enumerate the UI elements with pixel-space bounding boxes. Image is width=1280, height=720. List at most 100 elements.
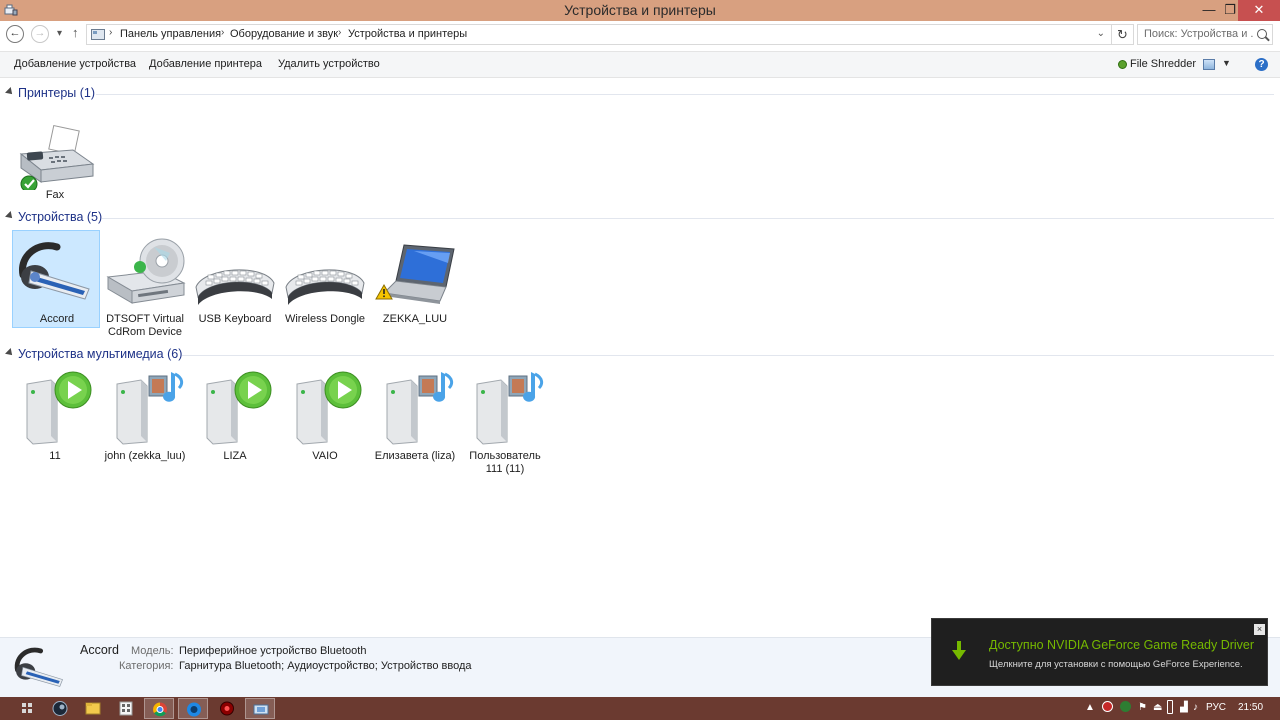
control-panel-location-icon bbox=[91, 29, 105, 40]
collapse-triangle-icon[interactable] bbox=[5, 87, 15, 97]
media-server-play-icon bbox=[296, 371, 362, 445]
keyboard-icon bbox=[285, 269, 365, 305]
battery-icon[interactable] bbox=[1167, 700, 1173, 714]
command-bar: Добавление устройства Добавление принтер… bbox=[0, 51, 1280, 78]
taskbar-grid-icon[interactable] bbox=[12, 698, 42, 719]
media-device-john[interactable]: john (zekka_luu) bbox=[101, 368, 189, 466]
minimize-button[interactable]: — bbox=[1196, 0, 1222, 21]
breadcrumb-hardware-sound[interactable]: Оборудование и звук bbox=[230, 28, 338, 40]
file-shredder-button[interactable]: File Shredder bbox=[1130, 58, 1196, 70]
device-label: VAIO bbox=[312, 450, 338, 462]
search-input[interactable]: Поиск: Устройства и ... bbox=[1137, 24, 1273, 45]
bluetooth-headset-icon bbox=[19, 242, 90, 300]
keyboard-icon bbox=[195, 269, 275, 305]
media-device-user-111[interactable]: Пользователь 111 (11) bbox=[461, 368, 549, 478]
media-server-play-icon bbox=[206, 371, 272, 445]
group-devices-header[interactable]: Устройства (5) bbox=[5, 210, 1274, 226]
add-printer-button[interactable]: Добавление принтера bbox=[149, 58, 262, 70]
media-server-play-icon bbox=[26, 371, 92, 445]
bluetooth-headset-icon bbox=[14, 647, 63, 687]
clock[interactable]: 21:50 bbox=[1238, 702, 1263, 713]
group-divider bbox=[182, 355, 1274, 356]
steam-icon[interactable] bbox=[45, 698, 75, 719]
device-dtsoft-cdrom[interactable]: DTSOFT Virtual CdRom Device bbox=[101, 231, 189, 341]
device-label: Accord bbox=[39, 313, 75, 325]
title-bar: Устройства и принтеры — ❐ ✕ bbox=[0, 0, 1280, 21]
device-label: john (zekka_luu) bbox=[104, 450, 186, 462]
details-category-label: Категория: bbox=[119, 660, 174, 672]
device-wireless-dongle[interactable]: Wireless Dongle bbox=[281, 231, 369, 329]
taskbar: ▲ ⚑ ⏏ ▟ ♪ РУС 21:50 bbox=[0, 697, 1280, 720]
notification-title: Доступно NVIDIA GeForce Game Ready Drive… bbox=[989, 638, 1255, 652]
view-options-chevron-icon[interactable]: ▼ bbox=[1222, 58, 1231, 68]
chrome-icon[interactable] bbox=[144, 698, 174, 719]
group-title: Устройства (5) bbox=[18, 210, 103, 224]
search-icon[interactable] bbox=[1257, 29, 1267, 39]
media-device-vaio[interactable]: VAIO bbox=[281, 368, 369, 466]
breadcrumb-separator[interactable]: › bbox=[109, 27, 112, 38]
media-device-11[interactable]: 11 bbox=[11, 368, 99, 466]
maximize-button[interactable]: ❐ bbox=[1222, 0, 1238, 21]
media-server-music-icon bbox=[476, 372, 544, 445]
nvidia-notification[interactable]: Доступно NVIDIA GeForce Game Ready Drive… bbox=[931, 618, 1268, 686]
collapse-triangle-icon[interactable] bbox=[5, 348, 15, 358]
devices-printers-taskbar-icon[interactable] bbox=[245, 698, 275, 719]
device-label: ZEKKA_LUU bbox=[382, 313, 448, 325]
breadcrumb-separator[interactable]: › bbox=[221, 27, 224, 38]
fax-icon bbox=[19, 124, 95, 190]
recent-locations-chevron-icon[interactable]: ▾ bbox=[57, 28, 62, 39]
address-bar[interactable]: › Панель управления › Оборудование и зву… bbox=[86, 24, 1112, 45]
device-label: USB Keyboard bbox=[198, 313, 272, 325]
device-label: Wireless Dongle bbox=[284, 313, 366, 325]
media-device-elizaveta[interactable]: Елизавета (liza) bbox=[371, 368, 459, 466]
tray-nvidia-icon[interactable] bbox=[1120, 701, 1131, 712]
device-label: 11 bbox=[49, 450, 61, 462]
file-shredder-icon[interactable] bbox=[1118, 60, 1127, 69]
search-placeholder: Поиск: Устройства и ... bbox=[1144, 28, 1254, 40]
language-indicator[interactable]: РУС bbox=[1206, 702, 1226, 713]
up-arrow-icon[interactable]: ↑ bbox=[72, 25, 79, 40]
tray-app-icon[interactable] bbox=[1102, 701, 1113, 712]
remove-device-button[interactable]: Удалить устройство bbox=[278, 58, 380, 70]
add-device-button[interactable]: Добавление устройства bbox=[14, 58, 136, 70]
refresh-icon[interactable]: ↻ bbox=[1112, 24, 1134, 45]
tray-usb-icon[interactable]: ⏏ bbox=[1153, 702, 1162, 713]
details-model-label: Модель: bbox=[131, 645, 174, 657]
notification-close-button[interactable]: × bbox=[1254, 624, 1265, 635]
help-icon[interactable]: ? bbox=[1255, 58, 1268, 71]
change-view-icon[interactable] bbox=[1203, 59, 1215, 70]
group-multimedia-header[interactable]: Устройства мультимедиа (6) bbox=[5, 347, 1274, 363]
navigation-bar: ← → ▾ ↑ › Панель управления › Оборудован… bbox=[0, 21, 1280, 49]
device-label: LIZA bbox=[223, 450, 247, 462]
breadcrumb-devices-printers[interactable]: Устройства и принтеры bbox=[348, 28, 467, 40]
device-zekka-luu[interactable]: ZEKKA_LUU bbox=[371, 231, 459, 329]
collapse-triangle-icon[interactable] bbox=[5, 211, 15, 221]
forward-arrow-icon[interactable]: → bbox=[31, 25, 49, 43]
browser-icon[interactable] bbox=[178, 698, 208, 719]
device-label: DTSOFT Virtual CdRom Device bbox=[106, 313, 184, 338]
device-label: Елизавета (liza) bbox=[374, 450, 456, 462]
back-arrow-icon[interactable]: ← bbox=[6, 25, 24, 43]
tray-overflow-chevron-icon[interactable]: ▲ bbox=[1085, 702, 1095, 713]
details-model-value: Периферийное устройство Bluetooth bbox=[179, 645, 367, 657]
media-app-icon[interactable] bbox=[212, 698, 242, 719]
device-usb-keyboard[interactable]: USB Keyboard bbox=[191, 231, 279, 329]
breadcrumb-separator[interactable]: › bbox=[338, 27, 341, 38]
device-accord[interactable]: Accord bbox=[12, 230, 100, 328]
window-title: Устройства и принтеры bbox=[564, 2, 716, 18]
device-label: Fax bbox=[45, 189, 65, 201]
app-tiles-icon[interactable] bbox=[111, 698, 141, 719]
close-button[interactable]: ✕ bbox=[1238, 0, 1280, 21]
tray-flag-icon[interactable]: ⚑ bbox=[1138, 702, 1147, 713]
details-device-name: Accord bbox=[80, 643, 119, 657]
address-dropdown-chevron-icon[interactable]: ⌄ bbox=[1097, 28, 1105, 39]
group-printers-header[interactable]: Принтеры (1) bbox=[5, 86, 1274, 102]
device-fax[interactable]: Fax bbox=[11, 118, 99, 204]
file-explorer-icon[interactable] bbox=[78, 698, 108, 719]
group-divider bbox=[102, 218, 1274, 219]
signal-icon[interactable]: ▟ bbox=[1180, 702, 1188, 713]
media-device-liza[interactable]: LIZA bbox=[191, 368, 279, 466]
breadcrumb-control-panel[interactable]: Панель управления bbox=[120, 28, 221, 40]
media-server-music-icon bbox=[116, 372, 184, 445]
volume-icon[interactable]: ♪ bbox=[1193, 702, 1198, 713]
